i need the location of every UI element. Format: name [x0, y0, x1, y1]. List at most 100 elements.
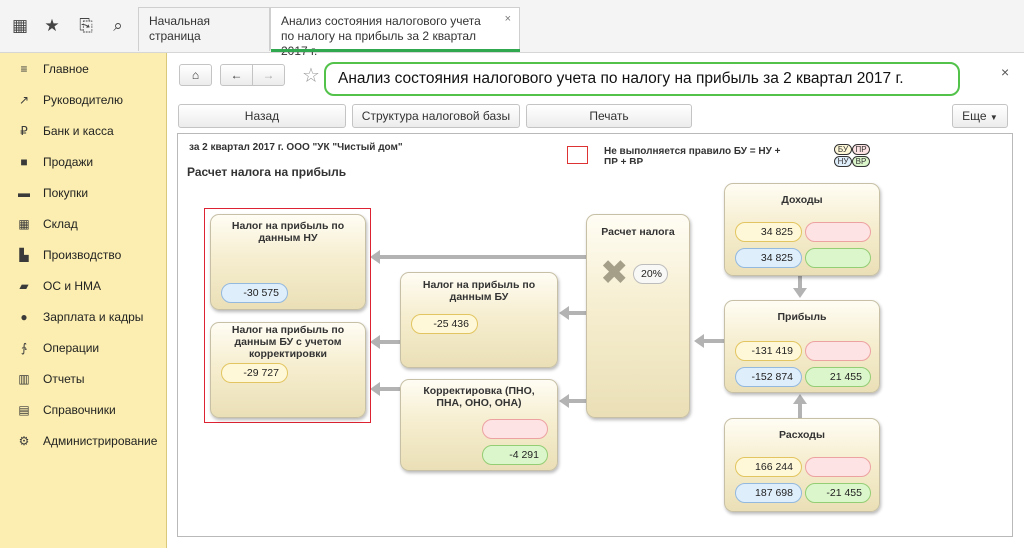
income-pr-value	[805, 222, 871, 242]
tab-active-analysis[interactable]: Анализ состояния налогового учета по нал…	[270, 7, 520, 58]
sidebar-item-main[interactable]: ≡ Главное	[0, 55, 167, 83]
nav-forward-button[interactable]: →	[252, 64, 285, 86]
sidebar-item-label: Руководителю	[43, 93, 124, 107]
arrow-head	[559, 394, 569, 408]
tab-close-icon[interactable]: ×	[505, 12, 511, 27]
sidebar-item-bank[interactable]: ₽ Банк и касса	[0, 117, 167, 145]
tax-calculation-card[interactable]: Расчет налога ✖ 20%	[586, 214, 690, 418]
shopping-bag-icon: ■	[20, 155, 28, 169]
sidebar-item-manager[interactable]: ↗ Руководителю	[0, 86, 167, 114]
card-title: Расходы	[779, 429, 825, 441]
income-vr-value	[805, 248, 871, 268]
arrow-calc-correction	[569, 399, 586, 403]
back-button[interactable]: Назад	[178, 104, 346, 128]
income-bu-value: 34 825	[735, 222, 802, 242]
arrow-expenses-profit	[798, 404, 802, 418]
arrow-head	[370, 250, 380, 264]
sidebar-item-label: Производство	[43, 248, 122, 262]
arrow-head	[370, 335, 380, 349]
expenses-nu-value: 187 698	[735, 483, 802, 503]
sidebar-item-label: Склад	[43, 217, 78, 231]
favorite-star-icon[interactable]: ☆	[302, 63, 320, 88]
more-label: Еще	[962, 109, 987, 123]
sidebar-item-sales[interactable]: ■ Продажи	[0, 148, 167, 176]
sidebar-item-warehouse[interactable]: ▦ Склад	[0, 210, 167, 238]
top-bar: ▦ ★ ⎘ ⌕ Начальная страница Анализ состоя…	[0, 0, 1024, 58]
tax-adjusted-card[interactable]: Налог на прибыль по данным БУ с учетом к…	[210, 322, 366, 418]
sidebar: ≡ Главное ↗ Руководителю ₽ Банк и касса ■ Пр…	[0, 53, 167, 548]
card-title: Налог на прибыль по данным БУ	[422, 279, 536, 303]
ruble-icon: ₽	[20, 124, 28, 138]
sidebar-item-assets[interactable]: ▰ ОС и НМА	[0, 272, 167, 300]
operations-icon: ∱	[20, 341, 28, 355]
profit-card[interactable]: Прибыль -131 419 -152 874 21 455	[724, 300, 880, 393]
legend-bu: БУ	[834, 144, 852, 155]
expenses-vr-value: -21 455	[805, 483, 871, 503]
tab-label: Начальная страница	[149, 14, 211, 43]
sidebar-item-admin[interactable]: ⚙ Администрирование	[0, 427, 167, 455]
sidebar-item-salary[interactable]: ● Зарплата и кадры	[0, 303, 167, 331]
sidebar-item-label: Главное	[43, 62, 89, 76]
bar-chart-icon: ▥	[18, 372, 30, 386]
sidebar-item-label: Банк и касса	[43, 124, 114, 138]
error-x-icon: ✖	[600, 254, 629, 292]
arrow-head	[559, 306, 569, 320]
card-title: Доходы	[781, 194, 823, 206]
profit-pr-value	[805, 341, 871, 361]
home-button[interactable]: ⌂	[179, 64, 212, 86]
sidebar-item-label: Администрирование	[43, 434, 158, 448]
correction-pr-value	[482, 419, 548, 439]
legend-nu: НУ	[834, 156, 852, 167]
correction-card[interactable]: Корректировка (ПНО, ПНА, ОНО, ОНА) -4 29…	[400, 379, 558, 471]
arrow-profit-calc	[704, 339, 724, 343]
arrow-calc-taxbu	[569, 311, 586, 315]
arrow-correction-adjusted	[380, 387, 400, 391]
chevron-down-icon: ▼	[989, 113, 998, 122]
tab-active-indicator	[271, 49, 520, 52]
tax-rate-value: 20%	[633, 264, 668, 284]
report-panel: за 2 квартал 2017 г. ООО "УК "Чистый дом…	[177, 133, 1013, 537]
apps-grid-icon[interactable]: ▦	[8, 14, 32, 38]
sidebar-item-reports[interactable]: ▥ Отчеты	[0, 365, 167, 393]
favorites-star-icon[interactable]: ★	[40, 14, 64, 38]
card-title: Расчет налога	[601, 226, 675, 238]
sidebar-item-label: ОС и НМА	[43, 279, 102, 293]
structure-button[interactable]: Структура налоговой базы	[352, 104, 520, 128]
section-title: Расчет налога на прибыль	[187, 165, 347, 179]
legend-vr: ВР	[852, 156, 870, 167]
income-card[interactable]: Доходы 34 825 34 825	[724, 183, 880, 276]
close-icon[interactable]: ×	[1001, 64, 1009, 80]
sidebar-item-references[interactable]: ▤ Справочники	[0, 396, 167, 424]
arrow-head	[793, 288, 807, 298]
card-title: Налог на прибыль по данным БУ с учетом к…	[231, 324, 345, 359]
arrow-head	[370, 382, 380, 396]
print-button[interactable]: Печать	[526, 104, 692, 128]
profit-vr-value: 21 455	[805, 367, 871, 387]
tab-home[interactable]: Начальная страница	[138, 7, 270, 51]
card-title: Налог на прибыль по данным НУ	[231, 220, 345, 244]
expenses-card[interactable]: Расходы 166 244 187 698 -21 455	[724, 418, 880, 512]
rule-text: Не выполняется правило БУ = НУ + ПР + ВР	[604, 146, 781, 164]
income-nu-value: 34 825	[735, 248, 802, 268]
sidebar-item-label: Операции	[43, 341, 100, 355]
sidebar-item-purchases[interactable]: ▬ Покупки	[0, 179, 167, 207]
tax-bu-value: -25 436	[411, 314, 478, 334]
tax-nu-card[interactable]: Налог на прибыль по данным НУ -30 575	[210, 214, 366, 310]
sidebar-item-label: Отчеты	[43, 372, 85, 386]
expenses-pr-value	[805, 457, 871, 477]
nav-back-button[interactable]: ←	[220, 64, 253, 86]
tax-nu-value: -30 575	[221, 283, 288, 303]
card-title: Корректировка (ПНО, ПНА, ОНО, ОНА)	[423, 385, 535, 409]
sidebar-item-operations[interactable]: ∱ Операции	[0, 334, 167, 362]
sidebar-item-label: Зарплата и кадры	[43, 310, 144, 324]
gear-icon: ⚙	[18, 434, 30, 448]
arrow-calc-taxnu	[380, 255, 586, 259]
profit-bu-value: -131 419	[735, 341, 802, 361]
truck-icon: ▰	[19, 279, 29, 293]
tax-bu-card[interactable]: Налог на прибыль по данным БУ -25 436	[400, 272, 558, 368]
search-icon[interactable]: ⌕	[106, 14, 130, 38]
factory-icon: ▙	[19, 248, 29, 262]
sidebar-item-production[interactable]: ▙ Производство	[0, 241, 167, 269]
history-icon[interactable]: ⎘	[74, 14, 98, 38]
more-button[interactable]: Еще ▼	[952, 104, 1008, 128]
